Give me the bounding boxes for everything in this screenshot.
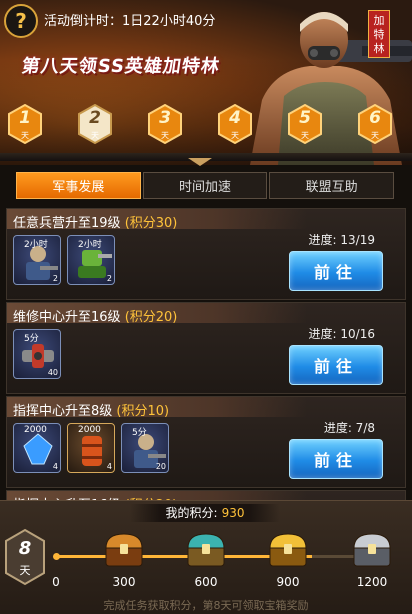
task-points: (积分30) (124, 216, 178, 231)
day-2-button[interactable]: 2天 (78, 103, 112, 145)
reward-item[interactable]: 5分 20 (121, 423, 169, 473)
reward-item[interactable]: 2000 4 (67, 423, 115, 473)
countdown-label: 活动倒计时： (44, 14, 123, 29)
milestone-label: 0 (52, 575, 60, 589)
milestone-label: 1200 (356, 575, 388, 589)
item-count: 20 (155, 462, 166, 471)
track-start-dot (53, 553, 60, 560)
countdown: 活动倒计时：1日22小时40分 (44, 10, 215, 29)
my-score: 我的积分: 930 (130, 504, 280, 522)
tab-military[interactable]: 军事发展 (16, 172, 141, 199)
day-number: 2 (89, 108, 101, 128)
final-day-number: 8 (18, 538, 32, 559)
task-card: 指挥中心升至8级 (积分10) 进度: 7/8 前往 2000 4 2000 4 5分 20 (6, 396, 406, 488)
countdown-value: 1日22小时40分 (122, 14, 216, 29)
item-count: 40 (47, 368, 58, 377)
item-tag: 2000 (78, 425, 101, 435)
item-count: 2 (52, 274, 58, 283)
item-tag: 5分 (132, 428, 147, 438)
day-number: 1 (19, 108, 31, 128)
score-label: 我的积分: (165, 506, 218, 520)
day-unit: 天 (231, 131, 239, 140)
item-count: 4 (106, 462, 112, 471)
day-3-button[interactable]: 3天 (148, 103, 182, 145)
day-selector: 1天2天3天4天5天6天 (8, 103, 404, 148)
bronze-chest-icon[interactable] (100, 530, 148, 570)
task-title: 维修中心升至16级 (积分20) (13, 306, 177, 325)
day-unit: 天 (301, 131, 309, 140)
task-card: 维修中心升至16级 (积分20) 进度: 10/16 前往 5分 40 (6, 302, 406, 394)
footer-note: 完成任务获取积分，第8天可领取宝箱奖励 (103, 599, 309, 612)
task-name: 指挥中心升至8级 (13, 404, 113, 419)
help-button[interactable]: ? (4, 4, 38, 38)
task-points: (积分10) (116, 404, 170, 419)
day-unit: 天 (161, 131, 169, 140)
reward-item[interactable]: 2000 4 (13, 423, 61, 473)
milestone-label: 300 (112, 575, 136, 589)
chest-graphic (269, 533, 307, 567)
question-mark-icon: ? (15, 9, 27, 33)
day-unit: 天 (21, 131, 29, 140)
day-unit: 天 (91, 131, 99, 140)
event-banner: ? 活动倒计时：1日22小时40分 第八天领SS英雄加特林 加特林 1天2天3天… (0, 0, 412, 165)
chest-graphic (353, 533, 391, 567)
tab-alliance[interactable]: 联盟互助 (269, 172, 395, 199)
day-number: 4 (229, 108, 241, 128)
task-title: 指挥中心升至8级 (积分10) (13, 400, 169, 419)
task-card: 任意兵营升至19级 (积分30) 进度: 13/19 前往 2小时 2 2小时 2 (6, 208, 406, 300)
task-progress: 进度: 13/19 (308, 233, 375, 247)
teal-chest-icon[interactable] (182, 530, 230, 570)
day-unit: 天 (371, 131, 379, 140)
task-name: 任意兵营升至19级 (13, 216, 121, 231)
item-count: 4 (52, 462, 58, 471)
active-day-pointer (188, 158, 212, 166)
go-button[interactable]: 前往 (289, 251, 383, 291)
milestone-label: 600 (194, 575, 218, 589)
day-4-button[interactable]: 4天 (218, 103, 252, 145)
item-tag: 2000 (24, 425, 47, 435)
day-number: 6 (369, 108, 381, 128)
tab-bar: 军事发展 时间加速 联盟互助 (16, 172, 395, 199)
day-6-button[interactable]: 6天 (358, 103, 392, 145)
chest-graphic (105, 533, 143, 567)
item-count: 2 (106, 274, 112, 283)
day-5-button[interactable]: 5天 (288, 103, 322, 145)
item-tag: 2小时 (78, 240, 102, 250)
score-value: 930 (221, 506, 245, 520)
day-1-button[interactable]: 1天 (8, 103, 42, 145)
task-progress: 进度: 7/8 (323, 421, 375, 435)
silver-chest-icon[interactable] (348, 530, 396, 570)
item-tag: 2小时 (24, 240, 48, 250)
milestone-label: 900 (276, 575, 300, 589)
hero-name-tag: 加特林 (368, 10, 390, 58)
chest-graphic (187, 533, 225, 567)
gold-chest-icon[interactable] (264, 530, 312, 570)
task-progress: 进度: 10/16 (308, 327, 375, 341)
reward-item[interactable]: 2小时 2 (67, 235, 115, 285)
item-tag: 5分 (24, 334, 39, 344)
task-title: 任意兵营升至19级 (积分30) (13, 212, 177, 231)
day-number: 3 (159, 108, 171, 128)
go-button[interactable]: 前往 (289, 439, 383, 479)
day-number: 5 (299, 108, 311, 128)
reward-item[interactable]: 2小时 2 (13, 235, 61, 285)
task-name: 维修中心升至16级 (13, 310, 121, 325)
reward-item[interactable]: 5分 40 (13, 329, 61, 379)
event-title: 第八天领SS英雄加特林 (20, 56, 222, 77)
go-button[interactable]: 前往 (289, 345, 383, 385)
task-points: (积分20) (124, 310, 178, 325)
tab-speedup[interactable]: 时间加速 (142, 172, 268, 199)
